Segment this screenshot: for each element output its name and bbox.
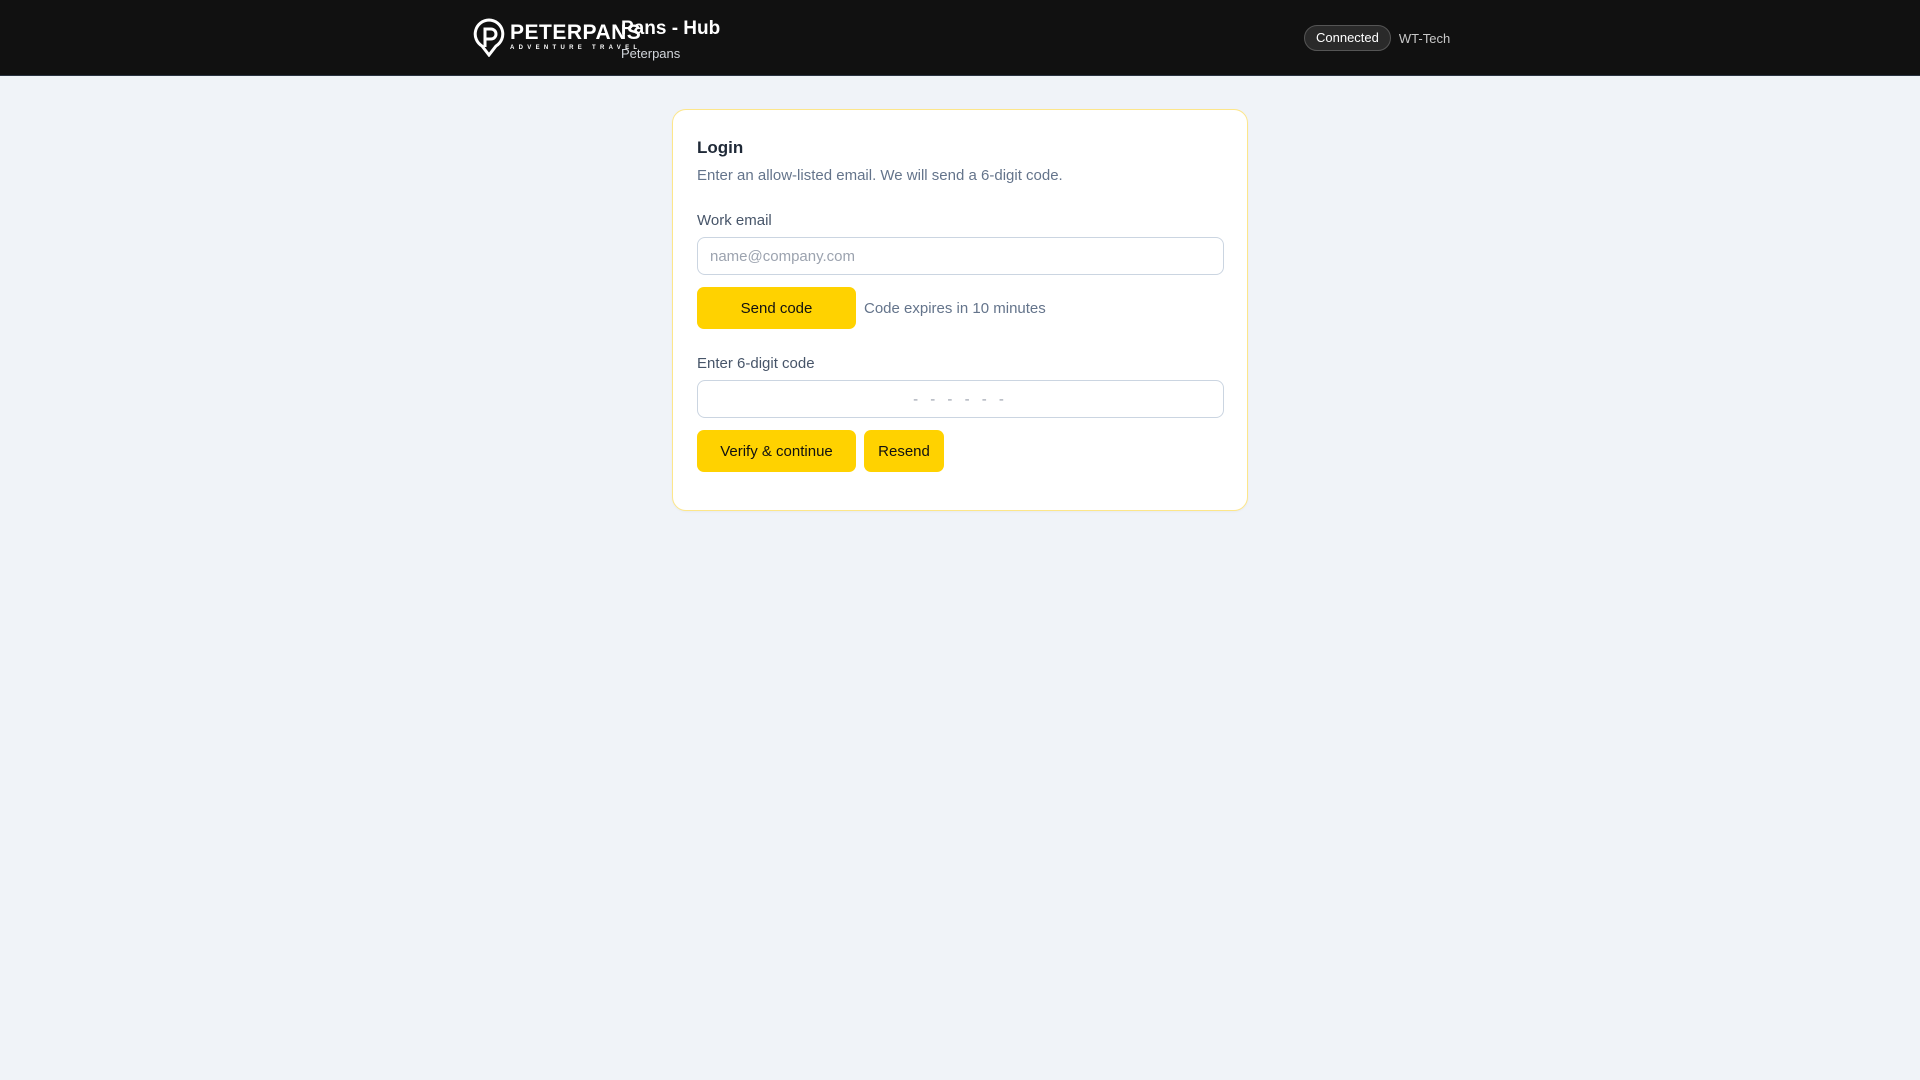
code-expiry-hint: Code expires in 10 minutes	[864, 299, 1046, 317]
code-input[interactable]	[697, 380, 1224, 418]
verify-continue-button[interactable]: Verify & continue	[697, 430, 856, 472]
login-card: Login Enter an allow-listed email. We wi…	[672, 109, 1248, 511]
app-title: Pans - Hub	[621, 18, 721, 39]
top-header: PETERPANS ADVENTURE TRAVEL Pans - Hub Pe…	[0, 0, 1920, 76]
org-name: WT-Tech	[1398, 30, 1451, 46]
send-code-button[interactable]: Send code	[697, 287, 856, 329]
map-pin-icon	[473, 18, 505, 57]
email-input[interactable]	[697, 237, 1224, 275]
resend-button[interactable]: Resend	[864, 430, 944, 472]
app-subtitle: Peterpans	[621, 46, 681, 61]
status-badge: Connected	[1304, 25, 1391, 51]
login-subtitle: Enter an allow-listed email. We will sen…	[697, 167, 1063, 184]
code-label: Enter 6-digit code	[697, 355, 815, 372]
email-label: Work email	[697, 212, 772, 229]
peterpans-logo: PETERPANS ADVENTURE TRAVEL	[472, 17, 641, 57]
login-title: Login	[697, 138, 744, 157]
